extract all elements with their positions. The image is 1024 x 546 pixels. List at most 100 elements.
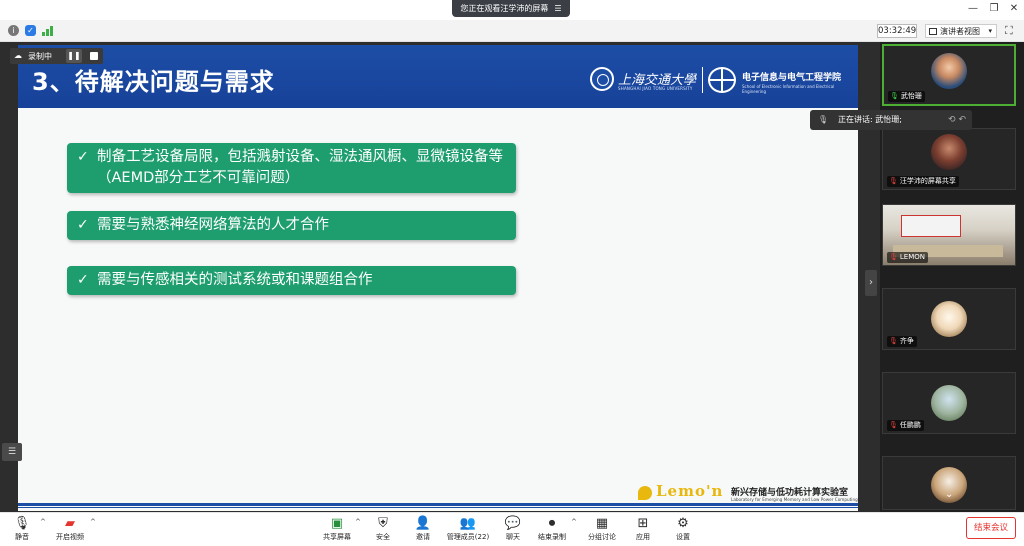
participant-name-tag: 🎙 齐争	[887, 336, 917, 347]
meeting-toolbar: 🎙 静音 ^ ▰ 开启视频 ^ ▣ 共享屏幕 ^ ⛨ 安全 👤 邀请 👥 管理成…	[0, 512, 1024, 546]
avatar	[931, 385, 967, 421]
sjtu-logo-icon	[590, 67, 614, 91]
mic-muted-icon: 🎙	[889, 177, 898, 185]
shield-icon[interactable]: ✓	[25, 25, 36, 36]
close-button[interactable]: ✕	[1007, 3, 1021, 14]
mic-icon: 🎙	[818, 115, 829, 124]
avatar	[931, 134, 967, 170]
mic-muted-icon: 🎙	[889, 253, 898, 261]
settings-label: 设置	[676, 533, 690, 541]
recording-label: 录制中	[28, 52, 52, 61]
mic-muted-icon: 🎙	[889, 337, 898, 345]
stop-recording-button[interactable]: ⏺ 结束录制	[536, 516, 568, 542]
mute-button[interactable]: 🎙 静音	[8, 516, 36, 542]
gear-icon: ⚙	[677, 516, 689, 531]
check-icon: ✓	[77, 272, 89, 288]
lab-logo: Lemo'n	[656, 482, 724, 500]
view-mode-label: 演讲者视图	[940, 27, 980, 36]
share-banner[interactable]: 您正在观看汪学沛的屏幕 ☰	[452, 0, 570, 17]
invite-label: 邀请	[416, 533, 430, 541]
sjtu-subtitle: SHANGHAI JIAO TONG UNIVERSITY	[618, 86, 693, 91]
chat-button[interactable]: 💬 聊天	[500, 516, 526, 542]
meeting-info-bar: i ✓	[0, 20, 1024, 42]
participant-name-tag: 🎙 武怡珊	[888, 91, 925, 102]
breakout-icon: ▦	[595, 516, 609, 531]
microphone-icon: 🎙	[13, 516, 31, 531]
chevron-up-icon[interactable]: ^	[571, 518, 577, 526]
breakout-rooms-button[interactable]: ▦ 分组讨论	[586, 516, 618, 542]
signal-icon[interactable]	[42, 25, 54, 36]
chevron-down-icon[interactable]: ⌄	[945, 489, 953, 500]
stop-recording-button[interactable]	[90, 52, 98, 60]
share-banner-text: 您正在观看汪学沛的屏幕	[460, 4, 549, 13]
grid-icon	[929, 28, 937, 35]
share-screen-button[interactable]: ▣ 共享屏幕	[320, 516, 354, 542]
camera-off-icon: ▰	[65, 516, 75, 531]
bullet-item: ✓ 需要与熟悉神经网络算法的人才合作	[67, 211, 516, 240]
footer-divider	[18, 507, 858, 508]
bullet-item: ✓ 需要与传感相关的测试系统或和课题组合作	[67, 266, 516, 295]
share-screen-label: 共享屏幕	[323, 533, 351, 541]
active-speaker-indicator: 🎙 正在讲话: 武怡珊; ⟲ ↶	[810, 110, 972, 130]
participant-tile[interactable]: 🎙 齐争	[882, 288, 1016, 350]
participant-tile[interactable]: 🎙 武怡珊	[882, 44, 1016, 106]
seiee-subtitle: School of Electronic Information and Ele…	[742, 84, 835, 94]
chevron-up-icon[interactable]: ^	[355, 518, 361, 526]
apps-icon: ⊞	[637, 516, 649, 531]
info-icon[interactable]: i	[8, 25, 19, 36]
chevron-up-icon[interactable]: ^	[90, 518, 96, 526]
users-icon: 👥	[459, 516, 477, 531]
participant-tile[interactable]: ⌄	[882, 456, 1016, 510]
apps-label: 应用	[636, 533, 650, 541]
participants-button[interactable]: 👥 管理成员(22)	[444, 516, 492, 542]
title-bar: 您正在观看汪学沛的屏幕 ☰ — ❐ ✕	[0, 0, 1024, 20]
slide-header: 3、待解决问题与需求 上海交通大學 SHANGHAI JIAO TONG UNI…	[18, 45, 858, 108]
share-screen-icon: ▣	[330, 516, 344, 531]
breakout-label: 分组讨论	[588, 533, 616, 541]
logo-divider	[702, 67, 703, 93]
shield-icon: ⛨	[378, 516, 388, 531]
mic-on-icon: 🎙	[890, 92, 899, 100]
participant-name-tag: 🎙 任鹏鹏	[887, 420, 924, 431]
record-icon: ⏺	[548, 516, 556, 531]
cloud-icon: ☁	[14, 51, 22, 60]
security-button[interactable]: ⛨ 安全	[370, 516, 396, 542]
participant-tile[interactable]: 🎙 任鹏鹏	[882, 372, 1016, 434]
menu-icon[interactable]: ☰	[554, 4, 561, 13]
participant-tile[interactable]: 🎙 汪学沛的屏幕共享	[882, 128, 1016, 190]
undo-icon[interactable]: ⟲ ↶	[948, 110, 966, 130]
invite-button[interactable]: 👤 邀请	[410, 516, 436, 542]
bullet-text: 需要与传感相关的测试系统或和课题组合作	[97, 272, 373, 288]
mic-muted-icon: 🎙	[889, 421, 898, 429]
participant-tile[interactable]: 🎙 LEMON	[882, 204, 1016, 266]
view-mode-dropdown[interactable]: 演讲者视图 ▾	[925, 24, 997, 38]
lab-subtitle: Laboratory for Emerging Memory and Low P…	[731, 497, 858, 502]
active-speaker-text: 正在讲话: 武怡珊;	[838, 115, 902, 124]
presentation-slide: 3、待解决问题与需求 上海交通大學 SHANGHAI JIAO TONG UNI…	[18, 45, 858, 511]
seiee-name: 电子信息与电气工程学院	[742, 73, 842, 83]
bullet-item: ✓ 制备工艺设备局限，包括溅射设备、湿法通风橱、显微镜设备等（AEMD部分工艺不…	[67, 143, 516, 193]
participant-name-tag: 🎙 汪学沛的屏幕共享	[887, 176, 959, 187]
pause-recording-button[interactable]: ❚❚	[66, 49, 82, 63]
chat-icon: 💬	[504, 516, 522, 531]
start-video-button[interactable]: ▰ 开启视频	[52, 516, 88, 542]
apps-button[interactable]: ⊞ 应用	[630, 516, 656, 542]
security-label: 安全	[376, 533, 390, 541]
recording-toolbar: ☁ 录制中 ❚❚	[10, 48, 103, 64]
restore-button[interactable]: ❐	[987, 3, 1001, 14]
side-panel-handle[interactable]: ☰	[2, 443, 22, 461]
lab-logo-icon	[638, 486, 652, 500]
participants-label: 管理成员(22)	[446, 533, 490, 541]
stop-recording-label: 结束录制	[538, 533, 566, 541]
settings-button[interactable]: ⚙ 设置	[670, 516, 696, 542]
minimize-button[interactable]: —	[966, 3, 980, 14]
collapse-gallery-button[interactable]: ›	[865, 270, 877, 296]
fullscreen-icon[interactable]: ⛶	[1005, 24, 1013, 38]
end-meeting-button[interactable]: 结束会议	[966, 517, 1016, 539]
check-icon: ✓	[77, 217, 89, 233]
slide-title: 3、待解决问题与需求	[32, 68, 275, 96]
chat-label: 聊天	[506, 533, 520, 541]
seiee-logo-icon	[708, 67, 736, 93]
chevron-up-icon[interactable]: ^	[40, 518, 46, 526]
avatar	[931, 53, 967, 89]
